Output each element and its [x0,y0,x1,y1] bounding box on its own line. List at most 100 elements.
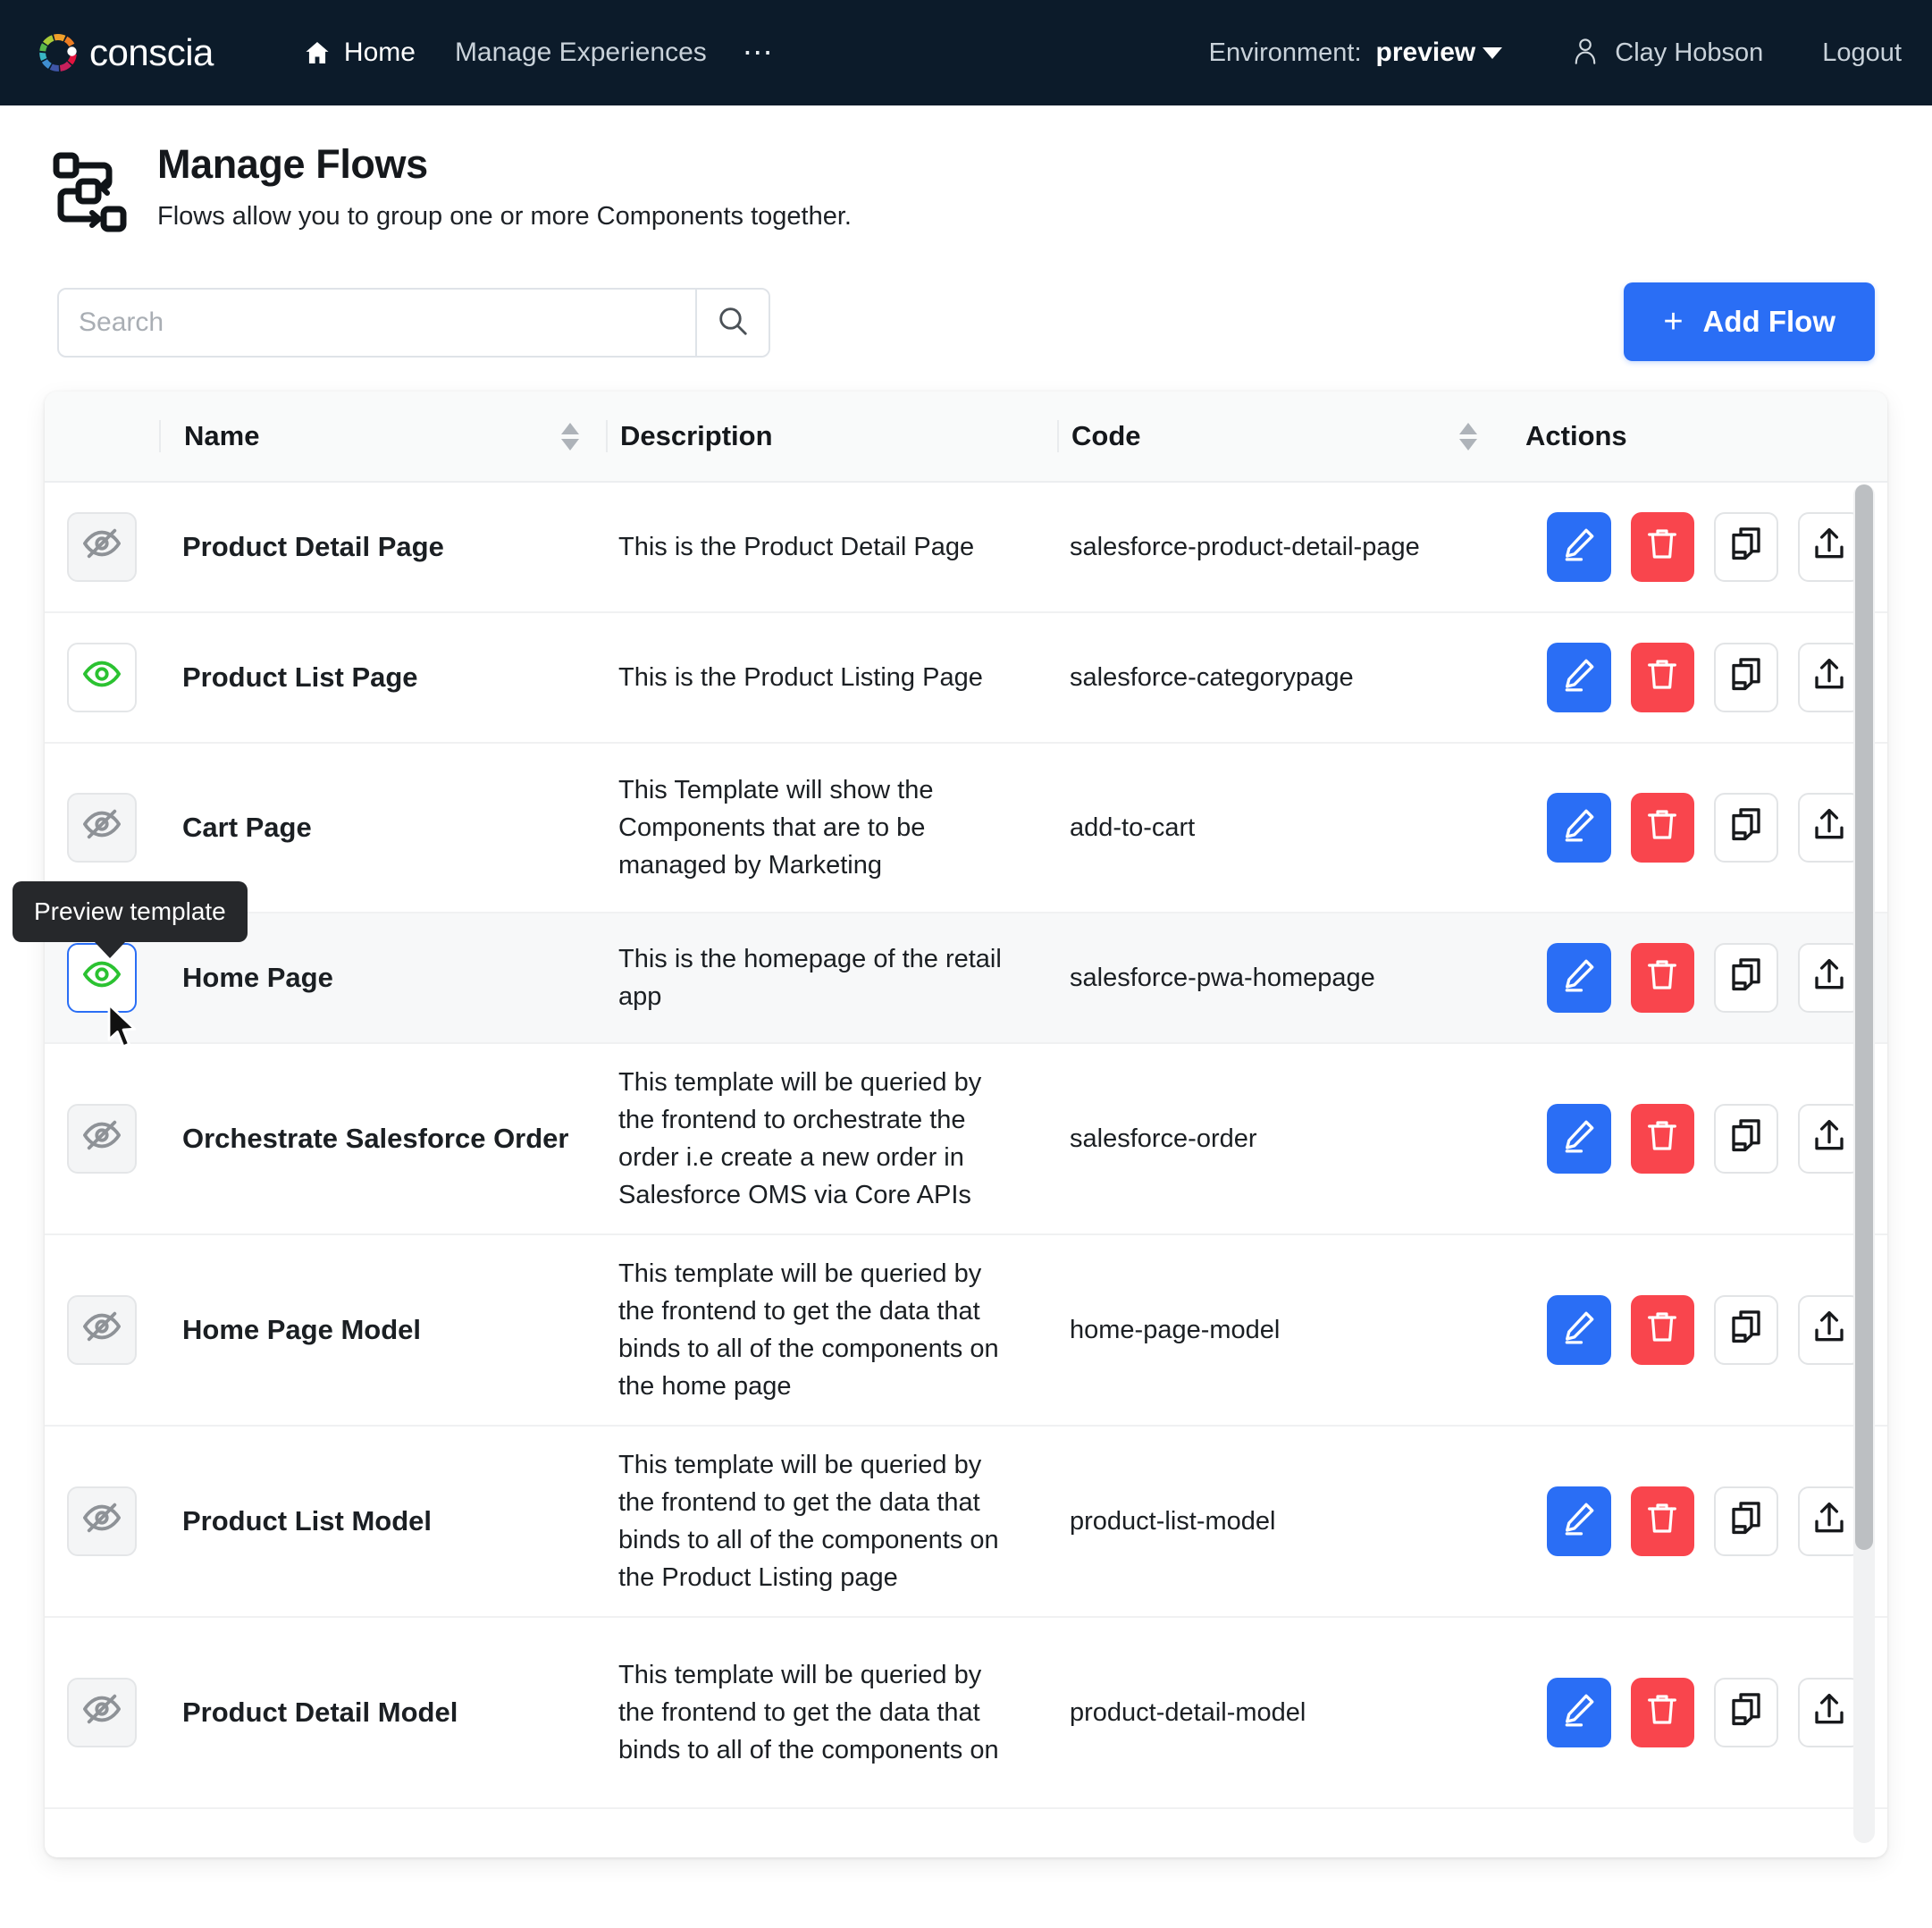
delete-flow-button[interactable] [1630,1486,1694,1556]
row-preview-cell [45,1104,159,1174]
search-button[interactable] [695,290,769,356]
delete-flow-button[interactable] [1630,1678,1694,1747]
row-description: This template will be queried by the fro… [618,1067,982,1210]
copy-icon [1727,1116,1765,1161]
edit-flow-button[interactable] [1547,1678,1611,1747]
row-actions-cell [1504,1678,1861,1747]
column-header-actions-label: Actions [1525,420,1627,451]
publish-flow-button[interactable] [1797,643,1861,712]
delete-flow-button[interactable] [1630,512,1694,582]
logout-button[interactable]: Logout [1822,38,1902,68]
trash-icon [1644,956,1680,1000]
duplicate-flow-button[interactable] [1714,1678,1778,1747]
publish-flow-button[interactable] [1797,943,1861,1013]
preview-template-toggle[interactable] [67,512,137,582]
preview-template-toggle[interactable] [67,1678,137,1747]
duplicate-flow-button[interactable] [1714,512,1778,582]
table-row[interactable]: Product Detail Model This template will b… [45,1618,1887,1809]
publish-flow-button[interactable] [1797,1295,1861,1365]
sort-toggle-name[interactable] [561,422,579,450]
duplicate-flow-button[interactable] [1714,793,1778,863]
preview-template-toggle[interactable] [67,793,137,863]
edit-flow-button[interactable] [1547,1486,1611,1556]
row-name: Product List Page [182,661,418,693]
preview-template-toggle[interactable] [67,1486,137,1556]
preview-template-toggle[interactable] [67,1295,137,1365]
page-subtitle: Flows allow you to group one or more Com… [157,202,852,231]
table-row[interactable]: Product Detail Page This is the Product D… [45,483,1887,613]
table-row[interactable]: Home Page This is the homepage of the ret… [45,913,1887,1044]
delete-flow-button[interactable] [1630,943,1694,1013]
brand-logo-link[interactable]: conscia [32,27,214,79]
edit-flow-button[interactable] [1547,943,1611,1013]
table-header-row: Name Description Code Actions [45,391,1887,483]
copy-icon [1727,655,1765,700]
row-code: home-page-model [1070,1315,1281,1344]
table-row[interactable]: Home Page Model This template will be que… [45,1235,1887,1427]
upload-icon [1810,1308,1848,1352]
delete-flow-button[interactable] [1630,643,1694,712]
plus-icon: + [1663,303,1684,341]
row-actions-cell [1504,943,1861,1013]
column-header-code[interactable]: Code [1057,420,1504,452]
sort-toggle-code[interactable] [1459,422,1477,450]
row-description: This is the homepage of the retail app [618,944,1002,1011]
nav-item-manage-experiences[interactable]: Manage Experiences [435,29,727,77]
row-description: This template will be queried by the fro… [618,1660,999,1765]
row-name: Product Detail Page [182,531,444,562]
row-name: Home Page Model [182,1314,421,1345]
column-header-description-label: Description [620,420,773,451]
upload-icon [1810,805,1848,850]
publish-flow-button[interactable] [1797,1104,1861,1174]
trash-icon [1644,655,1680,700]
pencil-icon [1560,525,1598,569]
user-menu[interactable]: Clay Hobson [1572,36,1763,71]
delete-flow-button[interactable] [1630,1295,1694,1365]
table-row[interactable]: Cart Page This Template will show the Com… [45,744,1887,913]
environment-selector[interactable]: Environment: preview [1209,38,1503,68]
table-row[interactable]: Orchestrate Salesforce Order This templat… [45,1044,1887,1235]
add-flow-button[interactable]: + Add Flow [1624,282,1875,361]
search-input[interactable] [59,290,695,356]
delete-flow-button[interactable] [1630,1104,1694,1174]
upload-icon [1810,1690,1848,1735]
preview-template-toggle[interactable] [67,643,137,712]
chevron-down-icon [1483,46,1503,59]
table-row[interactable]: Product List Page This is the Product Lis… [45,613,1887,744]
row-description: This is the Product Detail Page [618,532,975,561]
nav-overflow-menu-icon[interactable]: ⋯ [727,38,792,68]
duplicate-flow-button[interactable] [1714,1486,1778,1556]
duplicate-flow-button[interactable] [1714,1295,1778,1365]
edit-flow-button[interactable] [1547,793,1611,863]
primary-nav: Home Manage Experiences ⋯ [283,29,792,77]
copy-icon [1727,805,1765,850]
nav-item-home[interactable]: Home [283,29,435,77]
duplicate-flow-button[interactable] [1714,1104,1778,1174]
scrollbar-thumb[interactable] [1855,484,1873,1550]
preview-template-toggle[interactable] [67,1104,137,1174]
row-name: Home Page [182,962,333,993]
delete-flow-button[interactable] [1630,793,1694,863]
row-code: salesforce-order [1070,1124,1257,1153]
eye-off-icon [82,1116,122,1162]
edit-flow-button[interactable] [1547,1104,1611,1174]
publish-flow-button[interactable] [1797,793,1861,863]
environment-value: preview [1375,38,1476,67]
table-vertical-scrollbar[interactable] [1853,484,1875,1843]
trash-icon [1644,1116,1680,1161]
publish-flow-button[interactable] [1797,1486,1861,1556]
duplicate-flow-button[interactable] [1714,643,1778,712]
upload-icon [1810,655,1848,700]
environment-label: Environment: [1208,38,1362,67]
eye-off-icon [82,1498,122,1545]
table-row[interactable]: Product List Model This template will be … [45,1427,1887,1618]
copy-icon [1727,1690,1765,1735]
publish-flow-button[interactable] [1797,512,1861,582]
edit-flow-button[interactable] [1547,1295,1611,1365]
column-header-name[interactable]: Name [159,420,606,452]
row-preview-cell [45,643,159,712]
edit-flow-button[interactable] [1547,512,1611,582]
edit-flow-button[interactable] [1547,643,1611,712]
duplicate-flow-button[interactable] [1714,943,1778,1013]
publish-flow-button[interactable] [1797,1678,1861,1747]
